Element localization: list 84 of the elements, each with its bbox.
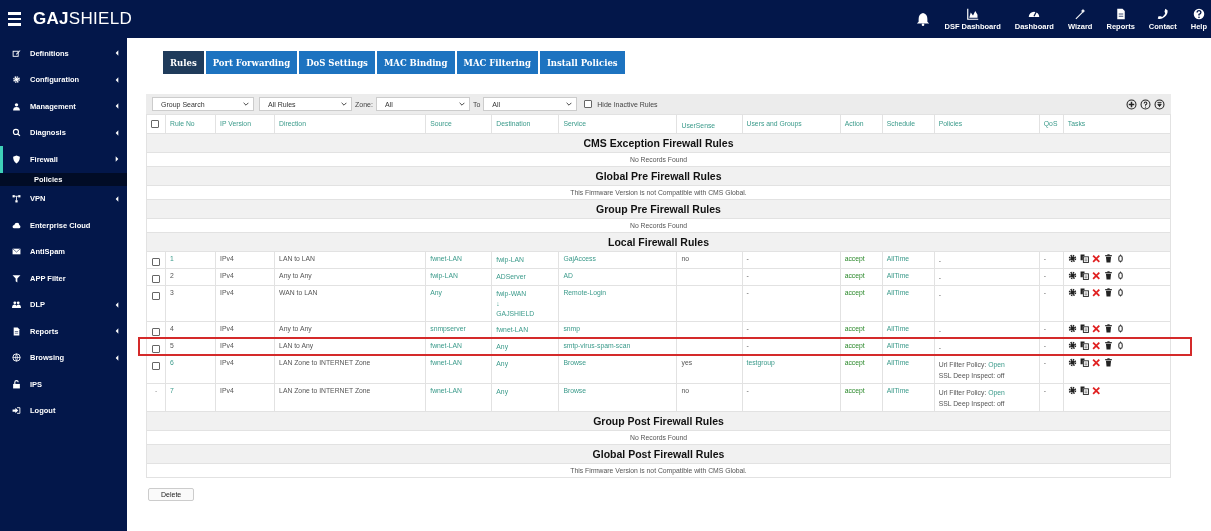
copy-icon[interactable] (1079, 324, 1089, 333)
tab[interactable]: Rules (163, 51, 204, 74)
cloud-icon (12, 220, 21, 230)
envelope-icon (12, 247, 21, 257)
trash-icon[interactable] (1103, 254, 1113, 263)
trash-icon[interactable] (1103, 358, 1113, 367)
trash-icon[interactable] (1103, 341, 1113, 350)
close-icon[interactable] (1091, 254, 1101, 263)
help-icon (1192, 7, 1205, 20)
wand-icon (1074, 7, 1087, 20)
bell-icon[interactable] (916, 11, 931, 27)
tab[interactable]: Port Forwarding (205, 51, 298, 74)
filter-icon (12, 273, 21, 283)
gear-icon (12, 75, 21, 85)
checkbox[interactable] (152, 275, 160, 283)
settings-icon[interactable] (1067, 341, 1077, 350)
toggle-icon[interactable] (1115, 324, 1125, 333)
trash-icon[interactable] (1103, 288, 1113, 297)
close-icon[interactable] (1091, 358, 1101, 367)
caret-icon (115, 328, 119, 335)
checkbox[interactable] (152, 258, 160, 266)
search-icon (12, 128, 21, 138)
settings-icon[interactable] (1067, 358, 1077, 367)
caret-icon (115, 301, 119, 308)
close-icon[interactable] (1091, 288, 1101, 297)
copy-icon[interactable] (1079, 386, 1089, 395)
checkbox[interactable] (584, 100, 593, 108)
chevron-icon (243, 102, 249, 106)
copy-icon[interactable] (1079, 288, 1089, 297)
users-icon (12, 300, 21, 310)
toggle-icon[interactable] (1115, 271, 1125, 280)
user-icon (12, 101, 21, 111)
close-icon[interactable] (1091, 386, 1101, 395)
copy-icon[interactable] (1079, 271, 1089, 280)
toggle-icon[interactable] (1115, 288, 1125, 297)
chart-icon (966, 7, 979, 20)
caret-icon (115, 354, 119, 361)
checkbox[interactable] (151, 120, 159, 129)
add-icon[interactable] (1126, 98, 1137, 110)
menu-icon[interactable] (8, 12, 21, 26)
trash-icon[interactable] (1103, 271, 1113, 280)
shield-icon (12, 154, 21, 164)
chevron-icon (566, 102, 573, 106)
chevron-icon (458, 102, 465, 106)
collapse-icon[interactable] (1154, 98, 1165, 110)
settings-icon[interactable] (1067, 386, 1077, 395)
caret-icon (115, 129, 119, 136)
help-icon[interactable] (1140, 98, 1151, 110)
trash-icon[interactable] (1103, 324, 1113, 333)
caret-icon (115, 156, 119, 163)
copy-icon[interactable] (1079, 341, 1089, 350)
close-icon[interactable] (1091, 324, 1101, 333)
caret-icon (115, 195, 119, 202)
checkbox[interactable] (152, 345, 160, 353)
caret-icon (115, 103, 119, 110)
close-icon[interactable] (1091, 341, 1101, 350)
close-icon[interactable] (1091, 271, 1101, 280)
document-icon (12, 326, 21, 336)
tab[interactable]: MAC Binding (376, 51, 455, 74)
settings-icon[interactable] (1067, 271, 1077, 280)
checkbox[interactable] (152, 328, 160, 336)
settings-icon[interactable] (1067, 254, 1077, 263)
settings-icon[interactable] (1067, 324, 1077, 333)
copy-icon[interactable] (1079, 358, 1089, 367)
network-icon (12, 194, 21, 204)
document-icon (1114, 7, 1127, 20)
checkbox[interactable] (152, 362, 160, 370)
logo: GAJSHIELD (33, 9, 133, 29)
tab[interactable]: Install Policies (539, 51, 625, 74)
edit-icon (12, 48, 21, 58)
caret-icon (115, 76, 119, 83)
toggle-icon[interactable] (1115, 254, 1125, 263)
checkbox[interactable] (152, 292, 160, 300)
logout-icon (12, 406, 21, 416)
chevron-icon (341, 102, 347, 106)
tab[interactable]: DoS Settings (299, 51, 375, 74)
tab[interactable]: MAC Filtering (456, 51, 538, 74)
caret-icon (115, 50, 119, 57)
toggle-icon[interactable] (1115, 341, 1125, 350)
copy-icon[interactable] (1079, 254, 1089, 263)
settings-icon[interactable] (1067, 288, 1077, 297)
phone-icon (1156, 7, 1169, 20)
lock-icon (12, 379, 21, 389)
globe-icon (12, 353, 21, 363)
